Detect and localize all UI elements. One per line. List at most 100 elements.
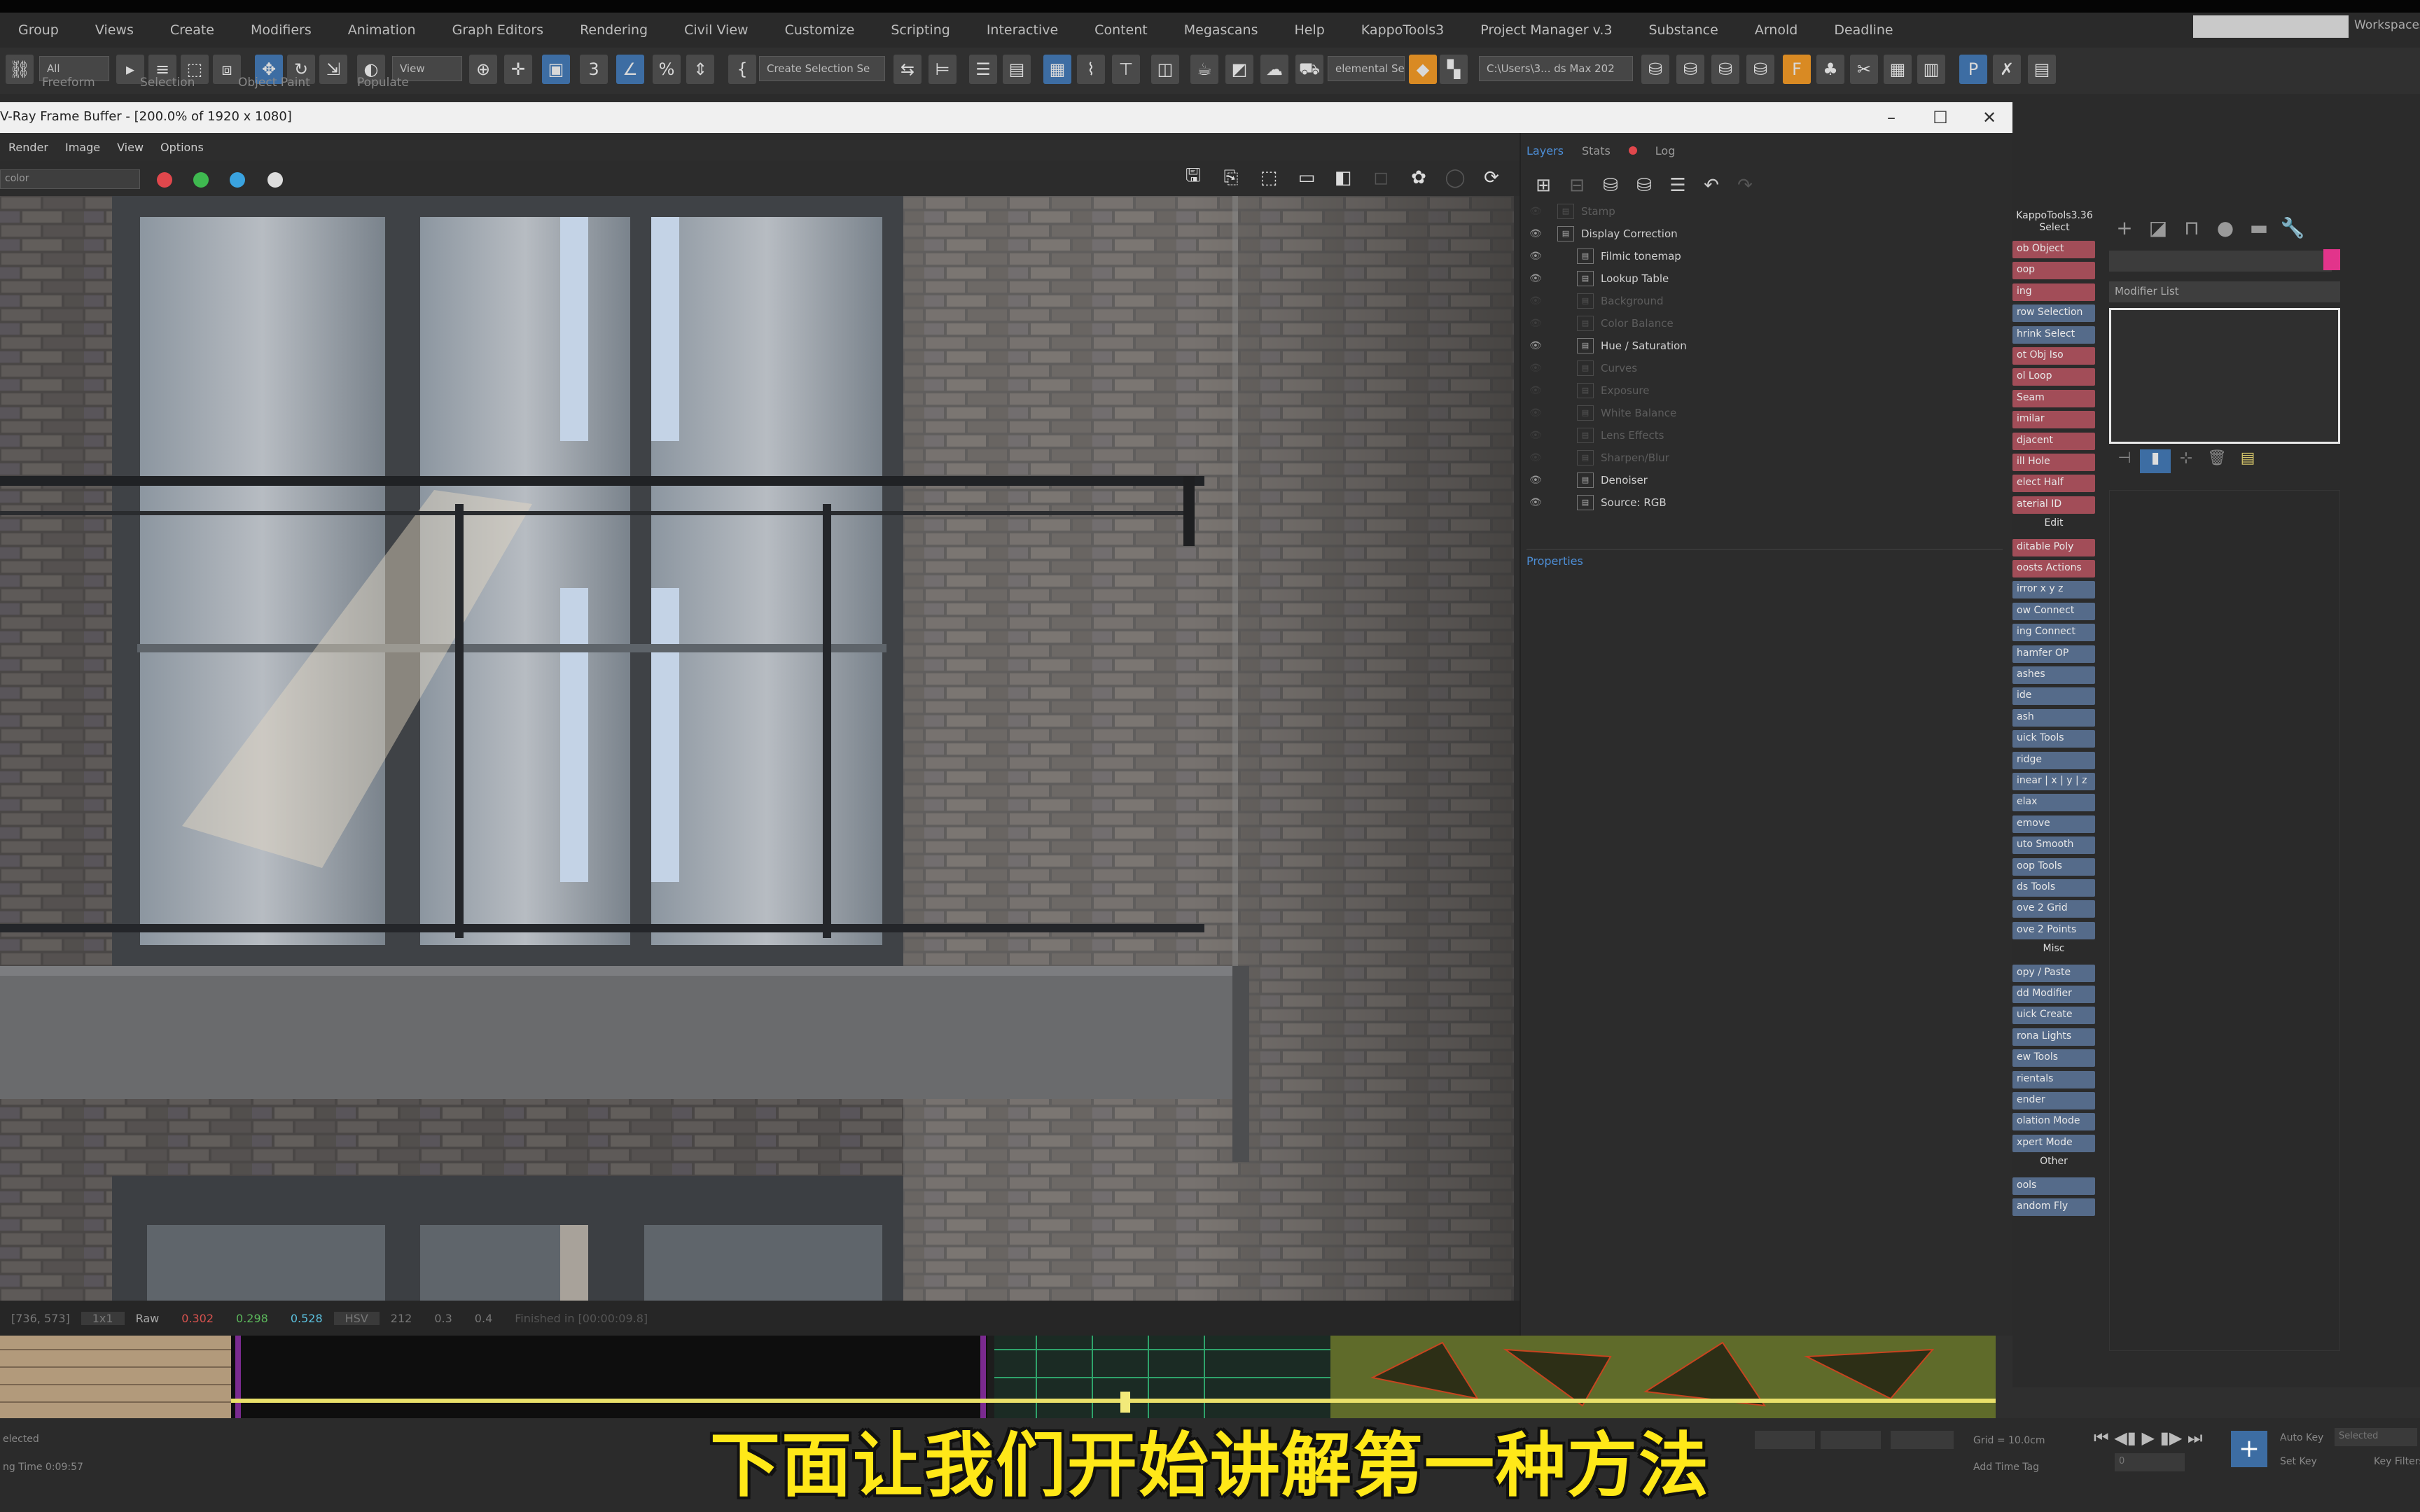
vfb-menu-view[interactable]: View	[109, 141, 152, 154]
hierarchy-tab-icon[interactable]: ⊓	[2175, 216, 2209, 239]
modifier-stack[interactable]	[2109, 308, 2340, 444]
spinner-snap-icon[interactable]: ⇕	[686, 55, 714, 84]
scene-explorer-icon[interactable]: ☰	[969, 55, 997, 84]
kappo-tool-button[interactable]: opy / Paste	[2012, 964, 2095, 982]
keyboard-shortcut-icon[interactable]: ▣	[542, 55, 570, 84]
visibility-eye-icon[interactable]: 👁	[1529, 385, 1545, 396]
vfb-titlebar[interactable]	[0, 102, 2012, 133]
window-crossing-icon[interactable]: ⧈	[213, 55, 241, 84]
kappo-tool-button[interactable]: andom Fly	[2012, 1198, 2095, 1216]
project-path-dropdown[interactable]: C:\Users\3... ds Max 202	[1479, 56, 1633, 81]
mirror-icon[interactable]: ⇆	[893, 55, 922, 84]
open-folder-icon[interactable]: ⛁	[1641, 55, 1669, 84]
kappo-tool-button[interactable]: ridge	[2012, 751, 2095, 769]
kappo-tool-button[interactable]: uick Tools	[2012, 730, 2095, 748]
color-space-dropdown[interactable]: HSV	[333, 1311, 380, 1325]
kappo-tool-button[interactable]: ow Connect	[2012, 602, 2095, 620]
show-end-result-icon[interactable]: ▮	[2140, 449, 2171, 473]
pin-stack-icon[interactable]: ⊣	[2109, 449, 2140, 473]
visibility-eye-icon[interactable]: 👁	[1529, 452, 1545, 463]
particle-flow-icon[interactable]: P	[1959, 55, 1987, 84]
layer-row[interactable]: 👁 ▤ Color Balance	[1527, 312, 2010, 335]
layer-row[interactable]: 👁 ▤ Denoiser	[1527, 469, 2010, 491]
kappo-tool-button[interactable]: ol Loop	[2012, 368, 2095, 386]
rendered-frame-window-icon[interactable]: ◩	[1225, 55, 1253, 84]
selection-set-dropdown[interactable]: Create Selection Se	[759, 56, 885, 81]
align-icon[interactable]: ⊨	[929, 55, 957, 84]
tools-icon[interactable]: ✂	[1850, 55, 1878, 84]
kappo-tool-button[interactable]: ditable Poly	[2012, 538, 2095, 556]
link-icon[interactable]: ⛓	[6, 55, 34, 84]
table-icon[interactable]: ▦	[1884, 55, 1912, 84]
render-iterative-icon[interactable]: ⛟	[1295, 55, 1323, 84]
utilities-tab-icon[interactable]: 🔧	[2276, 216, 2309, 239]
visibility-eye-icon[interactable]: 👁	[1529, 295, 1545, 307]
workspace-selector[interactable]	[2193, 15, 2349, 38]
visibility-eye-icon[interactable]: 👁	[1529, 251, 1545, 262]
menu-civil-view[interactable]: Civil View	[666, 22, 766, 38]
visibility-eye-icon[interactable]: 👁	[1529, 497, 1545, 508]
list-icon[interactable]: ▤	[2028, 55, 2056, 84]
blue-channel-toggle[interactable]	[230, 172, 245, 188]
material-editor-icon[interactable]: ◫	[1151, 55, 1179, 84]
kappo-tool-button[interactable]: olation Mode	[2012, 1113, 2095, 1131]
kappo-tool-button[interactable]: oop	[2012, 262, 2095, 280]
kappo-tool-button[interactable]: ove 2 Points	[2012, 921, 2095, 939]
pivot-icon[interactable]: ⊕	[469, 55, 497, 84]
layer-row[interactable]: 👁 ▤ Filmic tonemap	[1527, 245, 2010, 267]
vfb-menu-render[interactable]: Render	[0, 141, 57, 154]
curve-editor-icon[interactable]: ⌇	[1077, 55, 1105, 84]
layer-row[interactable]: 👁 ▤ Hue / Saturation	[1527, 335, 2010, 357]
edit-named-sets-icon[interactable]: {	[728, 55, 756, 84]
load-layers-icon[interactable]: ⛁	[1627, 172, 1661, 200]
object-color-swatch[interactable]	[2323, 249, 2340, 270]
kappo-tool-button[interactable]: imilar	[2012, 411, 2095, 429]
menu-views[interactable]: Views	[77, 22, 152, 38]
layer-row[interactable]: 👁 ▤ Lookup Table	[1527, 267, 2010, 290]
kappo-tool-button[interactable]: xpert Mode	[2012, 1134, 2095, 1152]
menu-interactive[interactable]: Interactive	[968, 22, 1076, 38]
layer-row[interactable]: 👁 ▤ Stamp	[1527, 200, 2010, 223]
menu-customize[interactable]: Customize	[767, 22, 873, 38]
project-folder-icon[interactable]: ⛁	[1711, 55, 1739, 84]
menu-graph-editors[interactable]: Graph Editors	[434, 22, 562, 38]
remove-modifier-icon[interactable]: 🗑	[2202, 449, 2232, 473]
object-name-field[interactable]	[2109, 251, 2332, 272]
snap-3d-icon[interactable]: 3	[580, 55, 608, 84]
menu-deadline[interactable]: Deadline	[1816, 22, 1911, 38]
ribbon-tab-object-paint[interactable]: Object Paint	[238, 76, 310, 90]
history-icon[interactable]: ▭	[1294, 165, 1319, 190]
kappo-tool-button[interactable]: irror x y z	[2012, 581, 2095, 599]
add-layer-icon[interactable]: ⊞	[1527, 172, 1560, 200]
menu-arnold[interactable]: Arnold	[1737, 22, 1816, 38]
kappo-tool-button[interactable]: ing	[2012, 283, 2095, 301]
kappo-tool-button[interactable]: ing Connect	[2012, 624, 2095, 642]
menu-substance[interactable]: Substance	[1630, 22, 1736, 38]
ribbon-tab-freeform[interactable]: Freeform	[42, 76, 95, 90]
panel-icon[interactable]: ▥	[1917, 55, 1945, 84]
ribbon-tab-populate[interactable]: Populate	[357, 76, 409, 90]
visibility-eye-icon[interactable]: 👁	[1529, 430, 1545, 441]
kappo-tool-button[interactable]: hrink Select	[2012, 326, 2095, 344]
render-image-viewport[interactable]	[0, 196, 1514, 1301]
scale-icon[interactable]: ⇲	[319, 55, 347, 84]
kappo-tool-button[interactable]: Seam	[2012, 389, 2095, 407]
visibility-eye-icon[interactable]: 👁	[1529, 340, 1545, 351]
minimize-button[interactable]: –	[1867, 102, 1916, 133]
save-layers-icon[interactable]: ⛁	[1594, 172, 1627, 200]
wrench-icon[interactable]: ✗	[1993, 55, 2021, 84]
modify-tab-icon[interactable]: ◪	[2141, 216, 2175, 239]
kappo-tool-button[interactable]: ew Tools	[2012, 1049, 2095, 1068]
menu-project-manager-v-3[interactable]: Project Manager v.3	[1462, 22, 1630, 38]
layer-row[interactable]: 👁 ▤ White Balance	[1527, 402, 2010, 424]
configure-sets-icon[interactable]: ▤	[2232, 449, 2263, 473]
tab-log[interactable]: Log	[1655, 144, 1676, 158]
save-folder-icon[interactable]: ⛁	[1676, 55, 1704, 84]
menu-scripting[interactable]: Scripting	[872, 22, 968, 38]
render-setup-icon[interactable]: ☕	[1190, 55, 1218, 84]
layer-row[interactable]: 👁 ▤ Sharpen/Blur	[1527, 447, 2010, 469]
ribbon-toggle-icon[interactable]: ▦	[1043, 55, 1071, 84]
visibility-eye-icon[interactable]: 👁	[1529, 363, 1545, 374]
forest-pack-icon[interactable]: F	[1783, 55, 1811, 84]
kappo-tool-button[interactable]: aterial ID	[2012, 496, 2095, 514]
